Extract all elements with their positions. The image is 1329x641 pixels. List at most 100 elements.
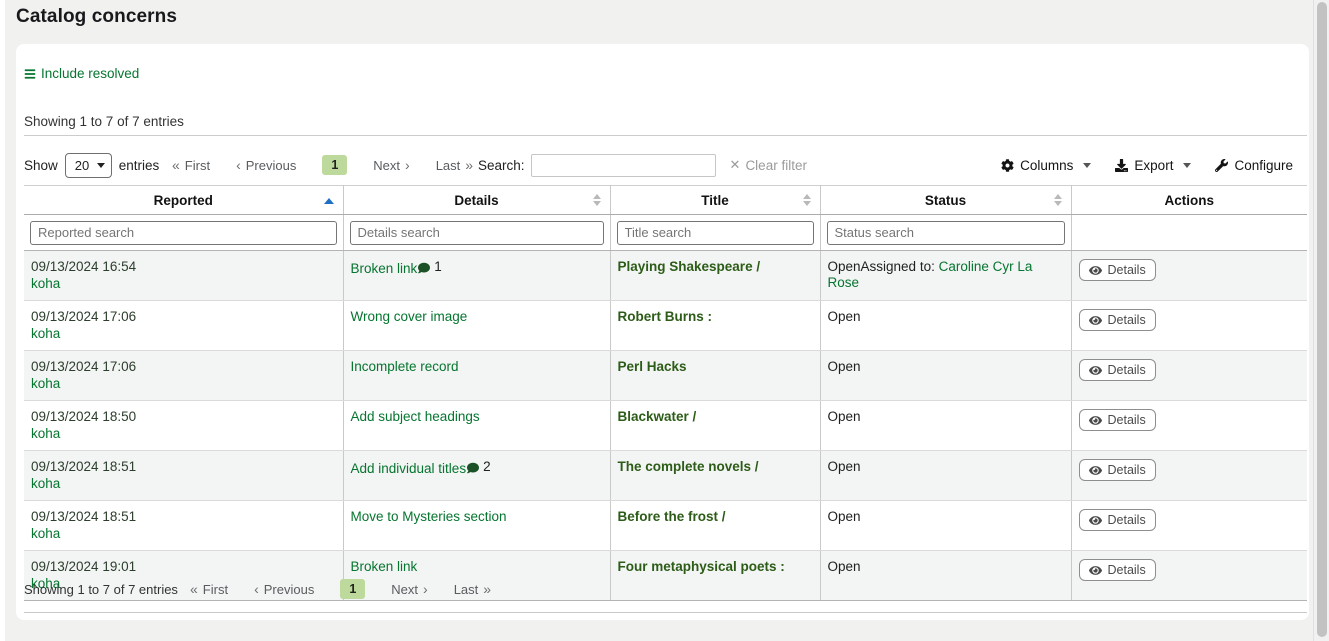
table-search-group: Search: ✕ Clear filter [478,152,807,178]
columns-label: Columns [1020,158,1073,173]
eye-icon [1089,314,1102,327]
include-resolved-label: Include resolved [41,66,139,81]
reported-date: 09/13/2024 18:51 [31,459,336,475]
pagination-last-button[interactable]: Last » [454,582,491,597]
reporter-link[interactable]: koha [31,476,60,492]
details-button[interactable]: Details [1079,409,1156,431]
concern-details-link[interactable]: Add individual titles [351,461,467,476]
record-title-link[interactable]: Robert Burns : [618,309,713,324]
status-value: Open [828,509,861,524]
column-header-reported[interactable]: Reported [24,186,343,215]
concern-details-link[interactable]: Move to Mysteries section [351,509,507,524]
catalog-concerns-table: Reported Details Title Status Actions 09… [24,185,1307,601]
scrollbar-thumb[interactable] [1317,2,1327,637]
divider [24,135,1307,136]
configure-label: Configure [1234,158,1293,173]
column-header-title[interactable]: Title [610,186,820,215]
column-header-status[interactable]: Status [820,186,1071,215]
pagination-current-page[interactable]: 1 [340,579,365,599]
details-button[interactable]: Details [1079,309,1156,331]
record-title-link[interactable]: Perl Hacks [618,359,687,374]
reported-filter-input[interactable] [30,221,337,245]
reporter-link[interactable]: koha [31,526,60,542]
status-value: Open [828,409,861,424]
page-length-control: Show 20 entries [24,152,159,178]
record-title-link[interactable]: The complete novels / [618,459,759,474]
chevron-double-left-icon: « [172,158,180,172]
reported-date: 09/13/2024 17:06 [31,309,336,325]
pagination-next-button[interactable]: Next › [391,582,427,597]
table-tools: Columns Export Configure [1001,152,1293,178]
comment-count: 1 [418,259,442,275]
entries-info-bottom: Showing 1 to 7 of 7 entries [24,582,190,597]
eye-icon [1089,464,1102,477]
concern-details-link[interactable]: Wrong cover image [351,309,468,324]
pagination-previous-label: Previous [246,158,297,173]
caret-down-icon [1183,163,1191,168]
chevron-right-icon: › [423,582,428,596]
pagination-last-button[interactable]: Last » [436,158,473,173]
status-value: Open [828,259,861,274]
wrench-icon [1215,159,1228,172]
pagination-last-label: Last [454,582,479,597]
pagination-next-button[interactable]: Next › [373,158,409,173]
pagination-next-label: Next [391,582,418,597]
chevron-double-right-icon: » [465,158,473,172]
reporter-link[interactable]: koha [31,376,60,392]
status-value: Open [828,309,861,324]
details-button[interactable]: Details [1079,359,1156,381]
pagination-first-button[interactable]: « First [172,158,210,173]
details-button[interactable]: Details [1079,459,1156,481]
pagination-first-label: First [185,158,210,173]
pagination-previous-button[interactable]: ‹ Previous [236,158,296,173]
record-title-link[interactable]: Blackwater / [618,409,697,424]
sort-icon [593,194,601,206]
export-button[interactable]: Export [1115,158,1191,173]
page-size-value: 20 [75,158,89,173]
table-search-input[interactable] [531,154,716,177]
pagination-previous-button[interactable]: ‹ Previous [254,582,314,597]
table-row: 09/13/2024 17:06koha Wrong cover image R… [24,301,1307,351]
clear-filter-button[interactable]: ✕ Clear filter [730,157,807,173]
record-title-link[interactable]: Before the frost / [618,509,726,524]
column-header-details[interactable]: Details [343,186,610,215]
table-row: 09/13/2024 18:50koha Add subject heading… [24,401,1307,451]
configure-button[interactable]: Configure [1215,158,1293,173]
reporter-link[interactable]: koha [31,276,60,292]
reporter-link[interactable]: koha [31,326,60,342]
pagination-current-page[interactable]: 1 [322,155,347,175]
entries-info-top: Showing 1 to 7 of 7 entries [24,114,184,129]
concern-details-link[interactable]: Add subject headings [351,409,480,424]
sort-ascending-icon [324,198,334,204]
title-filter-input[interactable] [617,221,814,245]
eye-icon [1089,414,1102,427]
status-value: Open [828,359,861,374]
reporter-link[interactable]: koha [31,426,60,442]
details-filter-input[interactable] [350,221,604,245]
status-filter-input[interactable] [827,221,1065,245]
entries-label: entries [119,158,160,173]
chevron-left-icon: ‹ [236,158,241,172]
page-size-select[interactable]: 20 [65,153,112,178]
chevron-right-icon: › [405,158,410,172]
pagination-next-label: Next [373,158,400,173]
table-footer: Showing 1 to 7 of 7 entries « First ‹ Pr… [24,571,1307,607]
vertical-scrollbar[interactable] [1313,0,1329,641]
reported-date: 09/13/2024 17:06 [31,359,336,375]
table-row: 09/13/2024 16:54koha Broken link1 Playin… [24,251,1307,301]
record-title-link[interactable]: Playing Shakespeare / [618,259,761,274]
sort-icon [803,194,811,206]
pagination-first-button[interactable]: « First [190,582,228,597]
include-resolved-link[interactable]: Include resolved [24,66,139,81]
concern-details-link[interactable]: Incomplete record [351,359,459,374]
clear-filter-label: Clear filter [745,158,807,173]
page-title: Catalog concerns [16,6,177,28]
status-value: Open [828,459,861,474]
column-filter-row [24,215,1307,251]
details-button[interactable]: Details [1079,509,1156,531]
columns-button[interactable]: Columns [1001,158,1091,173]
chevron-left-icon: ‹ [254,582,259,596]
details-button[interactable]: Details [1079,259,1156,281]
concern-details-link[interactable]: Broken link [351,261,418,276]
pagination-previous-label: Previous [264,582,315,597]
